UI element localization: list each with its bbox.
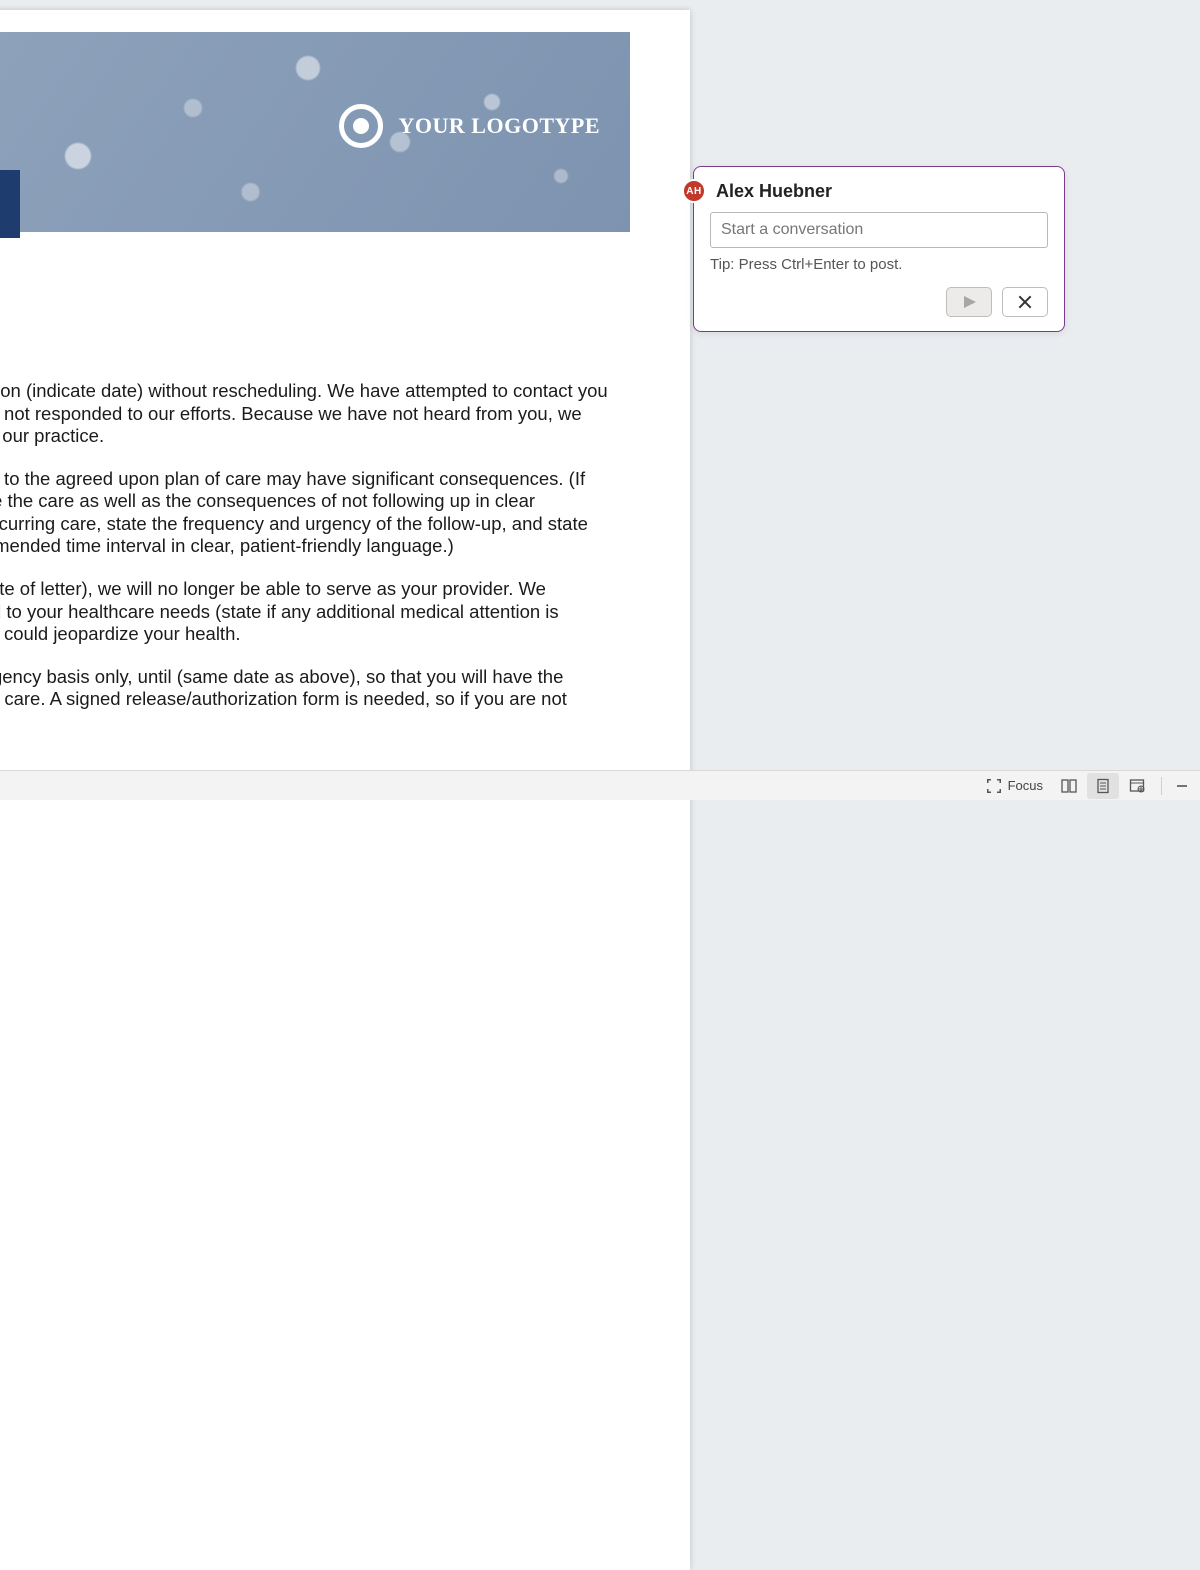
print-layout-button[interactable] [1087,773,1119,799]
separator [1161,777,1162,795]
close-icon [1018,295,1032,309]
web-layout-icon [1129,778,1145,794]
comment-card[interactable]: AH Alex Huebner Tip: Press Ctrl+Enter to… [693,166,1065,332]
paragraph[interactable]: (cancelled or did not show for) your fol… [0,380,610,448]
paragraph[interactable]: Until that date, we will provide service… [0,666,610,734]
zoom-out-button[interactable] [1170,774,1194,798]
comment-input[interactable] [710,212,1048,248]
logo-text: YOUR LOGOTYPE [399,113,600,139]
comment-author-name: Alex Huebner [716,181,1048,202]
document-title-block[interactable]: Letter [0,170,20,238]
send-icon [964,296,976,308]
comment-actions [710,287,1048,317]
comment-tip: Tip: Press Ctrl+Enter to post. [710,256,1048,273]
focus-icon [986,778,1002,794]
focus-label: Focus [1008,778,1043,793]
document-header-image: YOUR LOGOTYPE [0,32,630,232]
web-layout-button[interactable] [1121,773,1153,799]
document-body[interactable]: (cancelled or did not show for) your fol… [0,380,610,753]
paragraph[interactable]: Please be advised that after (date at le… [0,578,610,646]
read-mode-icon [1061,778,1077,794]
logo-icon [339,104,383,148]
print-layout-icon [1095,778,1111,794]
header-logo: YOUR LOGOTYPE [339,104,600,148]
paragraph[interactable]: We are concerned about your health, and … [0,468,610,558]
focus-mode-button[interactable]: Focus [978,773,1051,799]
cancel-comment-button[interactable] [1002,287,1048,317]
editor-workspace: YOUR LOGOTYPE Letter (cancelled or did n… [0,0,1200,770]
minus-icon [1174,778,1190,794]
avatar: AH [682,179,706,203]
read-mode-button[interactable] [1053,773,1085,799]
post-comment-button[interactable] [946,287,992,317]
status-bar: Focus [0,770,1200,800]
